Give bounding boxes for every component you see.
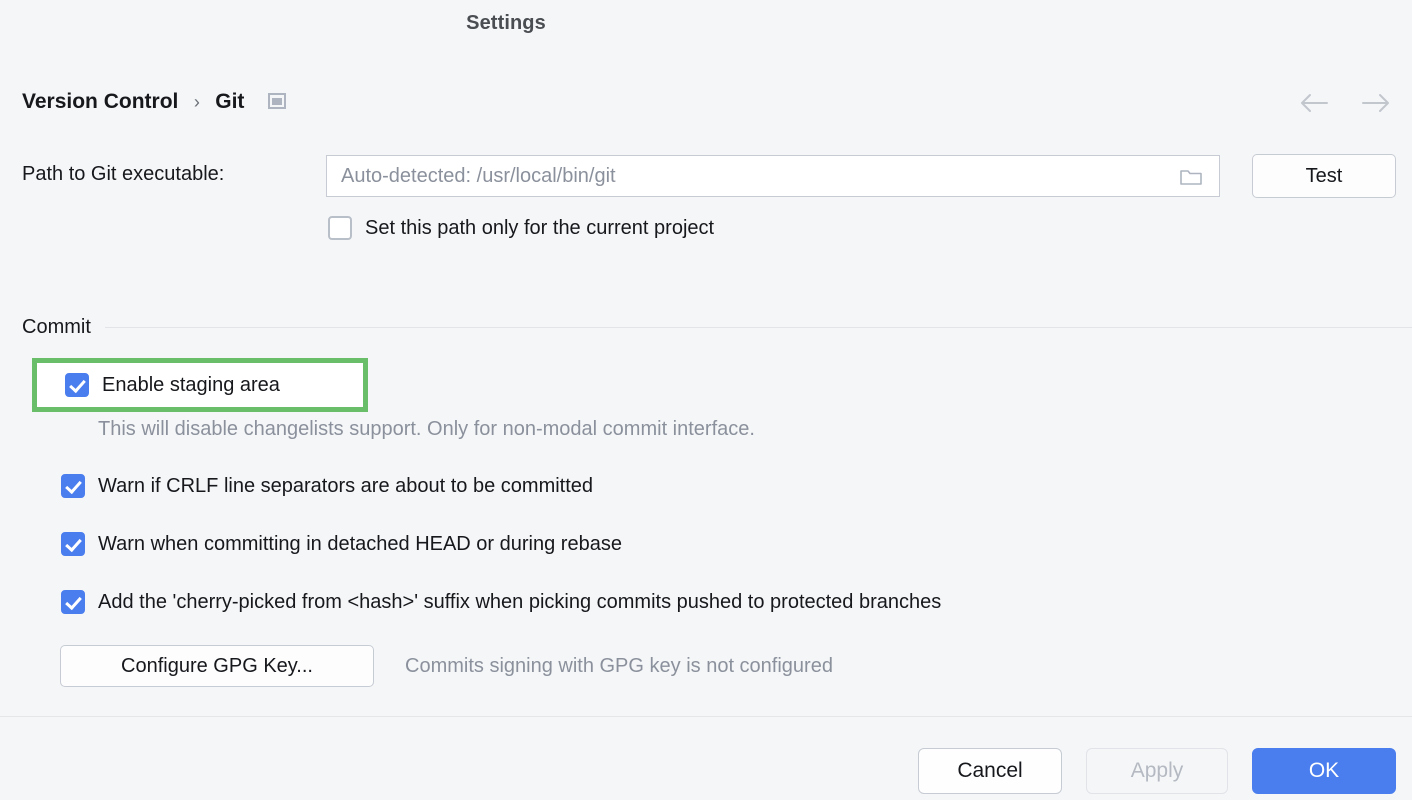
breadcrumb-separator: › [193,92,200,112]
folder-icon [1180,168,1202,185]
breadcrumb-item-git[interactable]: Git [215,86,244,118]
cherry-picked-suffix-row[interactable]: Add the 'cherry-picked from <hash>' suff… [61,590,941,614]
navigation-arrows [1298,86,1392,120]
enable-staging-area-row[interactable]: Enable staging area [37,363,363,407]
browse-folder-button[interactable] [1163,156,1219,196]
ok-button[interactable]: OK [1252,748,1396,794]
cancel-button[interactable]: Cancel [918,748,1062,794]
current-project-path-checkbox[interactable] [328,216,352,240]
enable-staging-area-checkbox[interactable] [65,373,89,397]
gpg-status-text: Commits signing with GPG key is not conf… [405,655,833,677]
commit-group-divider [104,326,1412,328]
warn-detached-head-row[interactable]: Warn when committing in detached HEAD or… [61,532,622,556]
git-executable-path-label: Path to Git executable: [22,163,225,185]
git-executable-path-input[interactable]: Auto-detected: /usr/local/bin/git [326,155,1220,197]
breadcrumb: Version Control › Git [22,86,1390,120]
panel-icon[interactable] [267,93,286,109]
enable-staging-area-highlight: Enable staging area [32,358,368,412]
arrow-left-icon[interactable] [1298,88,1332,118]
dialog-titlebar: Settings [0,0,1412,52]
commit-group-header: Commit [22,313,1412,341]
warn-crlf-label: Warn if CRLF line separators are about t… [98,474,594,497]
warn-crlf-checkbox[interactable] [61,474,85,498]
enable-staging-area-label: Enable staging area [102,373,280,396]
arrow-right-icon[interactable] [1358,88,1392,118]
page-title: Settings [466,12,546,34]
configure-gpg-key-button[interactable]: Configure GPG Key... [60,645,374,687]
footer-button-group: Cancel Apply OK [918,748,1396,794]
git-executable-path-row: Path to Git executable: Auto-detected: /… [0,155,1412,197]
current-project-path-row[interactable]: Set this path only for the current proje… [328,216,714,240]
apply-button[interactable]: Apply [1086,748,1228,794]
git-executable-path-placeholder: Auto-detected: /usr/local/bin/git [341,164,616,187]
commit-group-title: Commit [22,315,91,338]
warn-crlf-row[interactable]: Warn if CRLF line separators are about t… [61,474,593,498]
test-button[interactable]: Test [1252,154,1396,198]
warn-detached-head-label: Warn when committing in detached HEAD or… [98,532,622,555]
breadcrumb-item-version-control[interactable]: Version Control [22,86,178,118]
dialog-footer: Cancel Apply OK [0,717,1412,800]
cherry-picked-suffix-label: Add the 'cherry-picked from <hash>' suff… [98,590,942,613]
enable-staging-area-hint: This will disable changelists support. O… [98,418,755,440]
cherry-picked-suffix-checkbox[interactable] [61,590,85,614]
current-project-path-label: Set this path only for the current proje… [365,216,715,239]
warn-detached-head-checkbox[interactable] [61,532,85,556]
